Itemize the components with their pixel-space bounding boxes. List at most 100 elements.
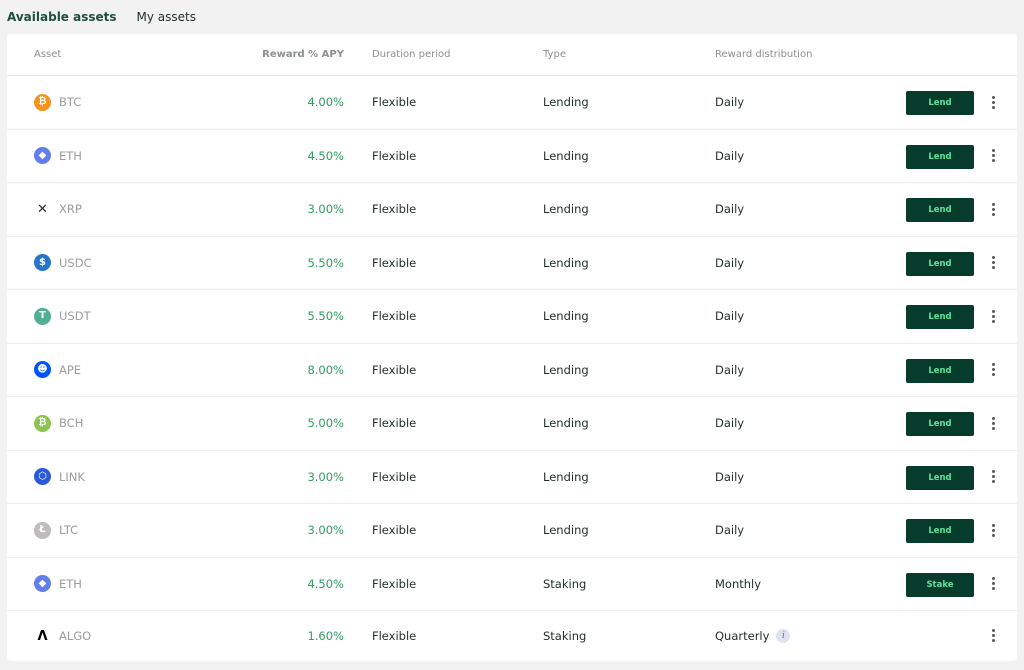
usdc-icon: $ — [34, 254, 51, 272]
duration-cell: Flexible — [372, 523, 417, 538]
distribution-cell: Daily — [715, 76, 744, 129]
apy-cell: 5.50% — [243, 237, 344, 290]
type-cell: Lending — [543, 416, 589, 431]
lend-button[interactable]: Lend — [906, 358, 974, 383]
more-options-icon[interactable] — [987, 360, 999, 380]
lend-button[interactable]: Lend — [906, 91, 974, 115]
distribution-cell: Quarterly i — [715, 611, 791, 661]
asset-cell: ₿ BCH — [34, 397, 83, 450]
more-options-icon[interactable] — [987, 625, 999, 645]
lend-button[interactable]: Lend — [906, 305, 974, 329]
more-options-icon[interactable] — [987, 520, 999, 540]
apecoin-icon: ☻ — [34, 361, 51, 379]
algorand-icon: Λ — [37, 628, 48, 644]
apy-cell: 8.00% — [243, 344, 344, 397]
table-row[interactable]: Λ ALGO 1.60% Flexible Staking Quarterly i — [7, 611, 1017, 661]
more-options-icon[interactable] — [987, 413, 999, 433]
tab-bar: Available assets My assets — [7, 0, 196, 34]
asset-symbol: ETH — [59, 148, 82, 163]
type-cell: Lending — [543, 95, 589, 110]
type-cell: Lending — [543, 523, 589, 538]
more-options-icon[interactable] — [987, 253, 999, 273]
apy-value: 5.50% — [307, 255, 344, 270]
header-asset: Asset — [34, 49, 62, 60]
more-options-icon[interactable] — [987, 467, 999, 487]
apy-cell: 5.50% — [243, 290, 344, 343]
asset-symbol: LTC — [59, 523, 79, 538]
type-cell: Lending — [543, 202, 589, 217]
table-row[interactable]: ✕ XRP 3.00% Flexible Lending Daily Lend — [7, 183, 1017, 237]
asset-cell: T USDT — [34, 290, 91, 343]
type-cell: Staking — [543, 576, 587, 591]
distribution-value: Daily — [715, 523, 745, 538]
apy-value: 1.60% — [307, 629, 344, 643]
asset-symbol: APE — [59, 362, 82, 377]
more-options-icon[interactable] — [987, 574, 999, 594]
apy-value: 3.00% — [307, 469, 344, 484]
apy-value: 4.50% — [307, 576, 344, 591]
asset-cell: ◆ ETH — [34, 130, 82, 183]
asset-symbol: LINK — [59, 469, 85, 484]
lend-button[interactable]: Lend — [906, 412, 974, 436]
lend-button[interactable]: Lend — [906, 519, 974, 543]
asset-cell: ☻ APE — [34, 344, 81, 397]
distribution-cell: Daily — [715, 130, 744, 183]
table-row[interactable]: ☻ APE 8.00% Flexible Lending Daily Lend — [7, 344, 1017, 397]
stake-button[interactable]: Stake — [906, 572, 974, 597]
apy-value: 5.00% — [307, 416, 344, 431]
lend-button[interactable]: Lend — [906, 144, 974, 169]
apy-cell: 4.50% — [243, 130, 344, 183]
duration-cell: Flexible — [372, 362, 417, 377]
table-row[interactable]: $ USDC 5.50% Flexible Lending Daily Lend — [7, 237, 1017, 290]
apy-cell: 5.00% — [243, 397, 344, 450]
apy-cell: 1.60% — [243, 611, 344, 661]
table-row[interactable]: ◆ ETH 4.50% Flexible Lending Daily Lend — [7, 130, 1017, 183]
lend-button[interactable]: Lend — [906, 251, 974, 276]
tab-available-assets[interactable]: Available assets — [7, 0, 117, 34]
bitcoin-icon: ₿ — [34, 93, 51, 111]
lend-button[interactable]: Lend — [906, 198, 974, 222]
distribution-value: Daily — [715, 202, 745, 217]
duration-cell: Flexible — [372, 576, 417, 591]
asset-cell: ₿ BTC — [34, 76, 81, 129]
header-duration: Duration period — [372, 49, 451, 60]
more-options-icon[interactable] — [987, 146, 999, 166]
ethereum-icon: ◆ — [34, 575, 51, 593]
table-row[interactable]: ⬡ LINK 3.00% Flexible Lending Daily Lend — [7, 451, 1017, 504]
duration-cell: Flexible — [372, 469, 417, 484]
info-icon[interactable]: i — [776, 629, 791, 643]
distribution-cell: Daily — [715, 344, 744, 397]
distribution-value: Daily — [715, 95, 745, 110]
type-cell: Lending — [543, 362, 589, 377]
distribution-value: Daily — [715, 309, 745, 324]
litecoin-icon: Ł — [34, 521, 51, 539]
tether-icon: T — [34, 307, 51, 325]
table-row[interactable]: ◆ ETH 4.50% Flexible Staking Monthly Stake — [7, 558, 1017, 611]
distribution-value: Daily — [715, 416, 745, 431]
ethereum-icon: ◆ — [34, 147, 51, 165]
apy-cell: 3.00% — [243, 504, 344, 557]
table-row[interactable]: T USDT 5.50% Flexible Lending Daily Lend — [7, 290, 1017, 344]
type-cell: Lending — [543, 309, 589, 324]
table-row[interactable]: ₿ BTC 4.00% Flexible Lending Daily Lend — [7, 76, 1017, 130]
apy-value: 4.50% — [307, 148, 344, 163]
type-cell: Lending — [543, 255, 589, 270]
duration-cell: Flexible — [372, 148, 417, 163]
table-row[interactable]: ₿ BCH 5.00% Flexible Lending Daily Lend — [7, 397, 1017, 451]
apy-value: 3.00% — [307, 202, 344, 217]
asset-cell: ◆ ETH — [34, 558, 82, 611]
distribution-cell: Daily — [715, 290, 744, 343]
more-options-icon[interactable] — [987, 92, 999, 112]
asset-symbol: BTC — [59, 95, 82, 110]
apy-value: 4.00% — [307, 95, 344, 110]
apy-value: 8.00% — [307, 362, 344, 377]
table-row[interactable]: Ł LTC 3.00% Flexible Lending Daily Lend — [7, 504, 1017, 558]
more-options-icon[interactable] — [987, 199, 999, 219]
chainlink-icon: ⬡ — [34, 468, 51, 486]
lend-button[interactable]: Lend — [906, 465, 974, 490]
asset-symbol: XRP — [59, 202, 82, 217]
more-options-icon[interactable] — [987, 306, 999, 326]
tab-my-assets[interactable]: My assets — [137, 0, 196, 34]
distribution-cell: Daily — [715, 397, 744, 450]
header-apy[interactable]: Reward % APY — [243, 34, 344, 75]
